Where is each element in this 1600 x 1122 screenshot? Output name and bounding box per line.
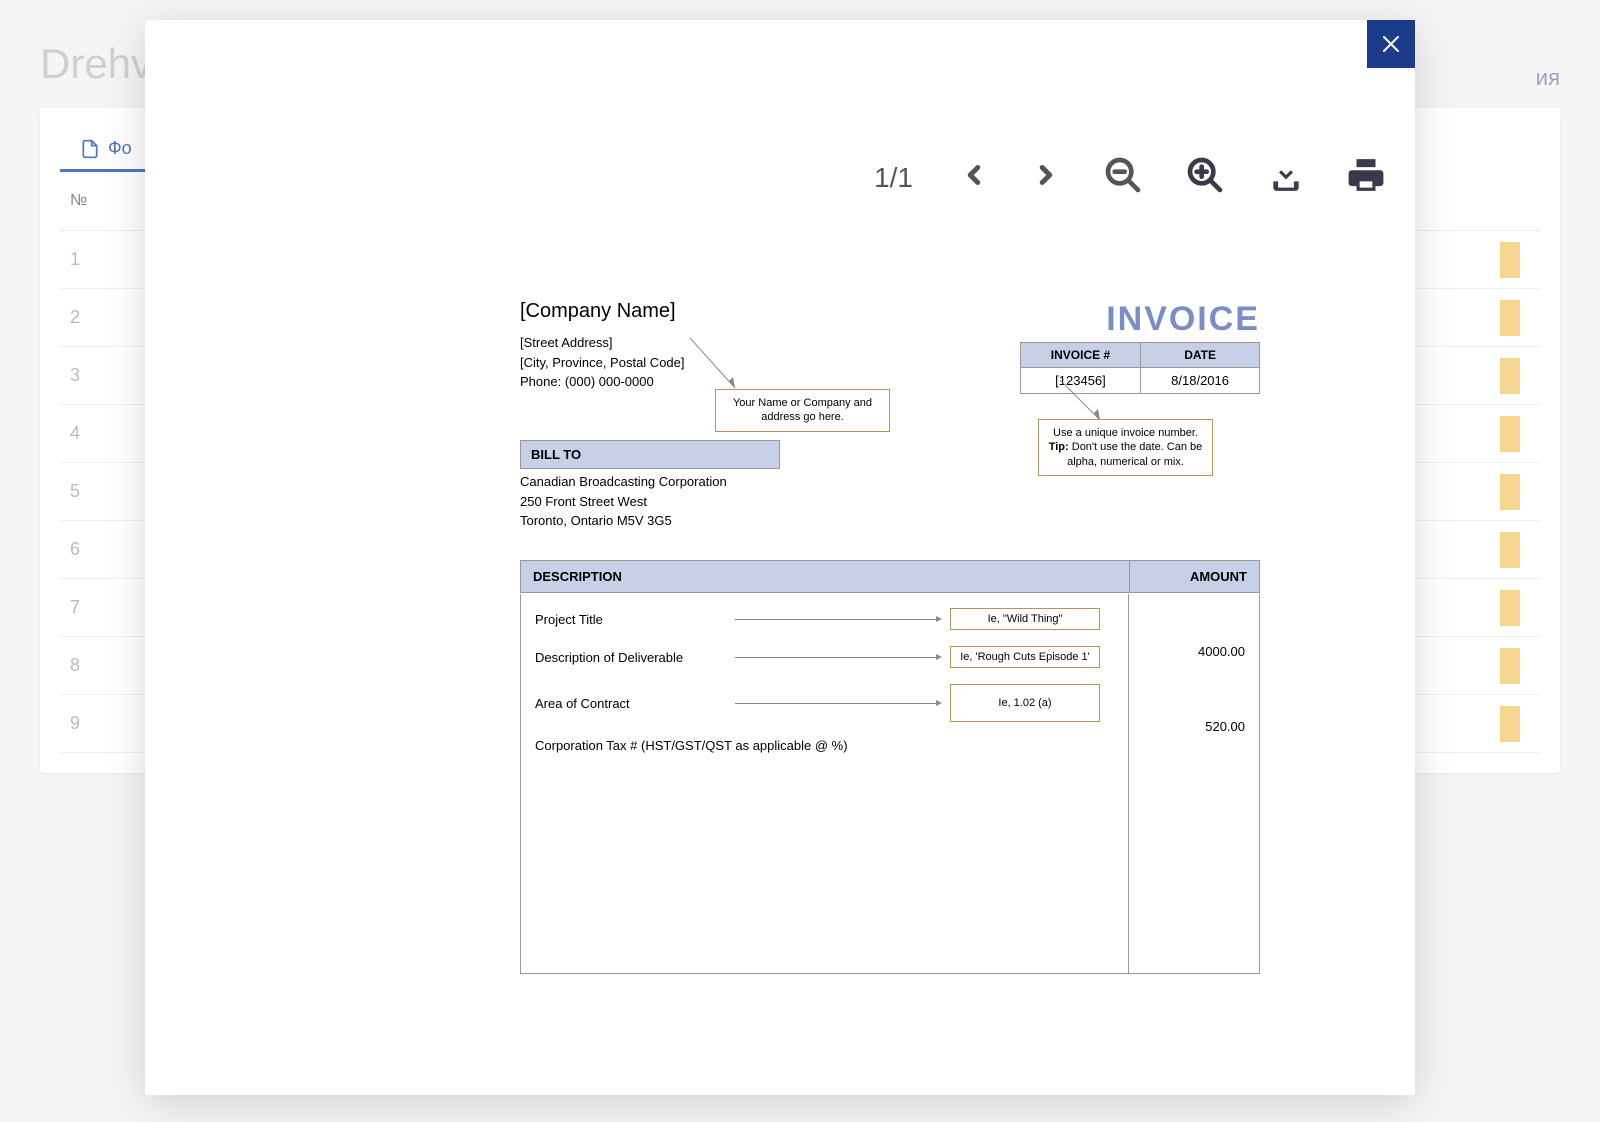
next-page-button[interactable]: [1031, 157, 1061, 198]
close-button[interactable]: [1367, 20, 1415, 68]
close-icon: [1379, 32, 1403, 56]
zoom-out-icon: [1103, 155, 1143, 195]
line-item-row: Corporation Tax # (HST/GST/QST as applic…: [521, 730, 1259, 761]
company-street: [Street Address]: [520, 333, 685, 353]
bill-to-label: BILL TO: [520, 440, 780, 469]
invoice-meta-table: INVOICE # DATE [123456] 8/18/2016: [1020, 342, 1260, 394]
chevron-left-icon: [959, 157, 989, 193]
project-title-example: Ie, "Wild Thing": [950, 608, 1100, 630]
line-item-row: Description of Deliverable Ie, 'Rough Cu…: [521, 638, 1259, 676]
invoice-date-value: 8/18/2016: [1141, 368, 1260, 394]
description-header: DESCRIPTION: [521, 561, 1130, 593]
company-name: [Company Name]: [520, 300, 685, 323]
print-icon: [1347, 156, 1385, 194]
line-items-body: Project Title Ie, "Wild Thing" Descripti…: [520, 594, 1260, 974]
line-items-table: DESCRIPTION AMOUNT: [520, 560, 1260, 593]
invoice-number-value: [123456]: [1020, 368, 1140, 394]
bill-to-name: Canadian Broadcasting Corporation: [520, 472, 727, 492]
amount-value: 4000.00: [1198, 644, 1245, 659]
document-viewer-modal: 1/1 [Company Name] [Street Address] [Cit…: [145, 20, 1415, 1095]
contract-area-example: Ie, 1.02 (a): [950, 684, 1100, 722]
bg-tab: Фо: [60, 128, 152, 172]
arrow-line-icon: [735, 619, 940, 620]
project-title-label: Project Title: [535, 612, 735, 627]
zoom-out-button[interactable]: [1103, 155, 1143, 200]
company-city: [City, Province, Postal Code]: [520, 353, 685, 373]
chevron-right-icon: [1031, 157, 1061, 193]
line-item-row: Area of Contract Ie, 1.02 (a): [521, 676, 1259, 730]
line-item-row: Project Title Ie, "Wild Thing": [521, 594, 1259, 638]
company-block: [Company Name] [Street Address] [City, P…: [520, 300, 685, 392]
zoom-in-button[interactable]: [1185, 155, 1225, 200]
prev-page-button[interactable]: [959, 157, 989, 198]
download-icon: [1267, 156, 1305, 194]
deliverable-label: Description of Deliverable: [535, 650, 735, 665]
bill-to-block: Canadian Broadcasting Corporation 250 Fr…: [520, 472, 727, 531]
arrow-line-icon: [735, 657, 940, 658]
deliverable-example: Ie, 'Rough Cuts Episode 1': [950, 646, 1100, 668]
invoice-document: [Company Name] [Street Address] [City, P…: [520, 300, 1260, 392]
tax-label: Corporation Tax # (HST/GST/QST as applic…: [535, 738, 848, 753]
print-button[interactable]: [1347, 156, 1385, 199]
amount-value: 520.00: [1205, 719, 1245, 734]
bill-to-street: 250 Front Street West: [520, 492, 727, 512]
bill-to-city: Toronto, Ontario M5V 3G5: [520, 511, 727, 531]
download-button[interactable]: [1267, 156, 1305, 199]
amount-header: AMOUNT: [1130, 561, 1260, 593]
callout-company: Your Name or Company and address go here…: [715, 389, 890, 432]
company-phone: Phone: (000) 000-0000: [520, 372, 685, 392]
arrow-line-icon: [735, 703, 940, 704]
invoice-number-header: INVOICE #: [1020, 343, 1140, 368]
invoice-title: INVOICE: [1106, 300, 1260, 339]
page-indicator: 1/1: [874, 162, 913, 194]
zoom-in-icon: [1185, 155, 1225, 195]
file-icon: [80, 139, 100, 159]
bg-right-text: ия: [1536, 65, 1560, 91]
callout-invoice-number: Use a unique invoice number. Tip: Don't …: [1038, 419, 1213, 476]
invoice-date-header: DATE: [1141, 343, 1260, 368]
viewer-toolbar: 1/1: [874, 155, 1385, 200]
contract-area-label: Area of Contract: [535, 696, 735, 711]
